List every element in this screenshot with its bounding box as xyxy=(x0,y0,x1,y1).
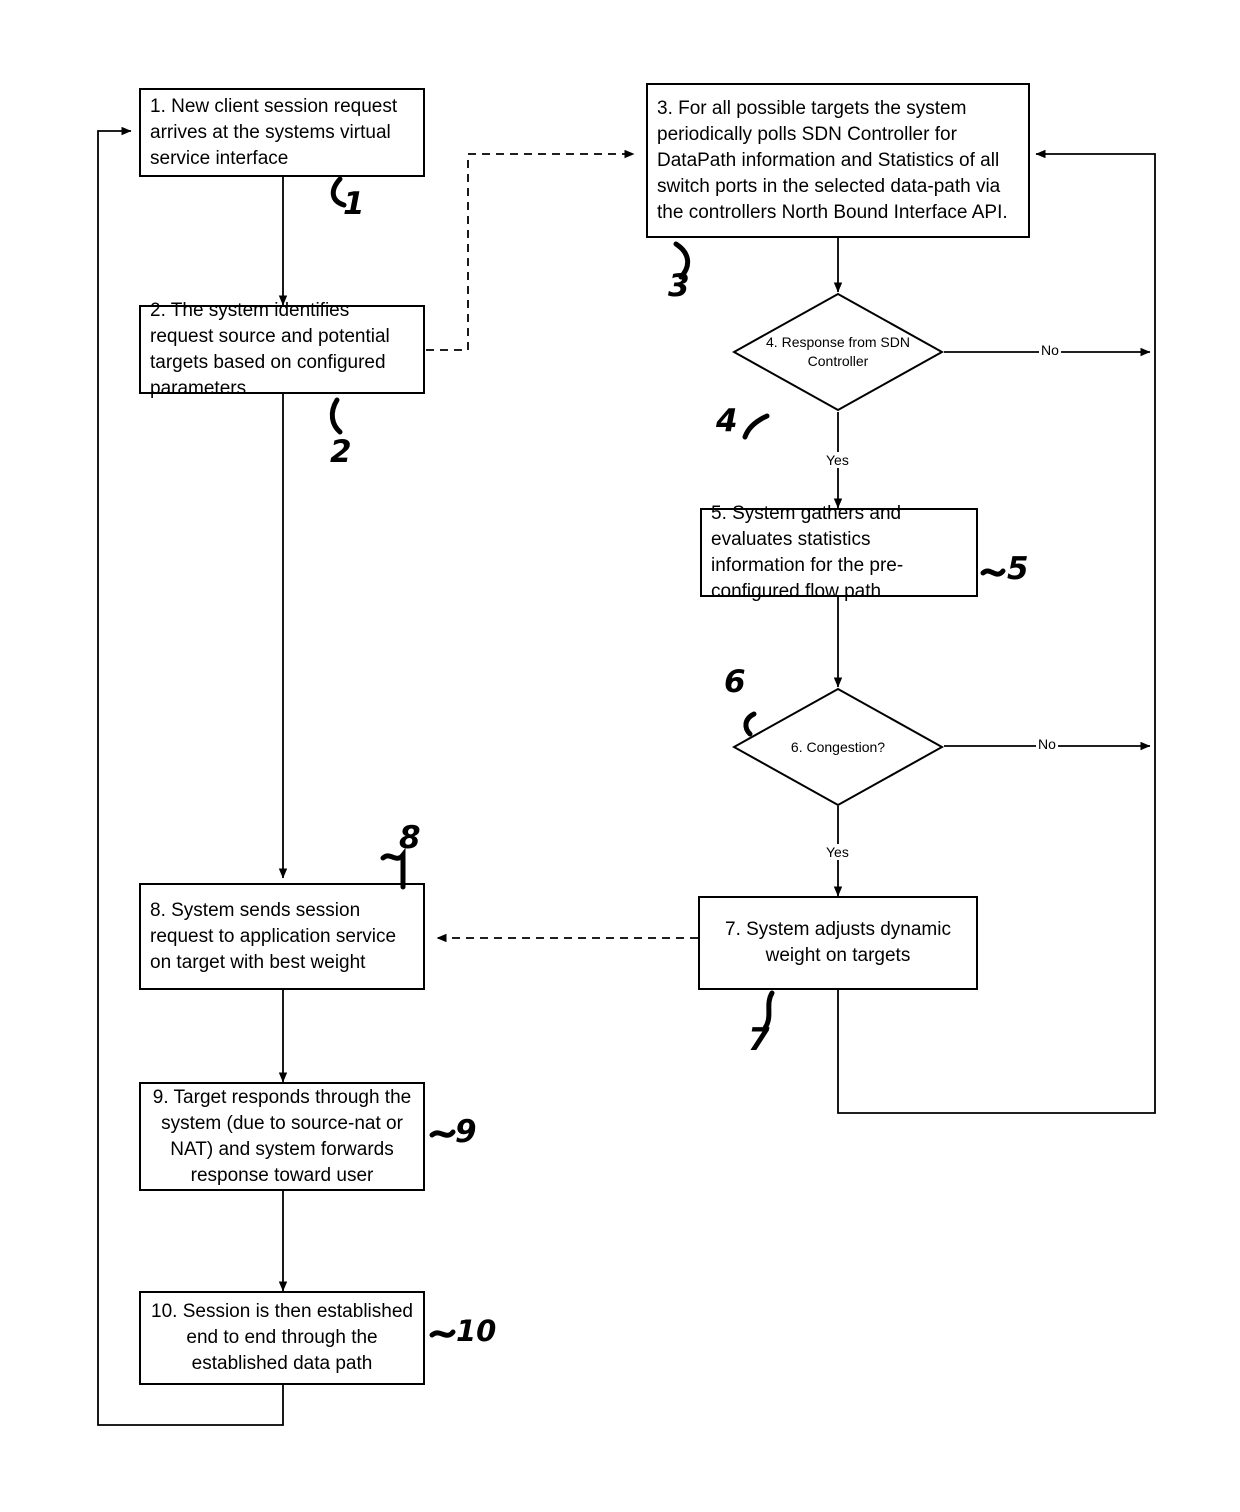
leader-6 xyxy=(743,711,757,737)
annotation-2: 2 xyxy=(330,434,352,470)
annotation-9: 9 xyxy=(455,1114,477,1150)
annotation-3: 3 xyxy=(668,268,690,304)
leader-9 xyxy=(429,1129,456,1138)
annotation-8: 8 xyxy=(399,820,421,856)
annotation-7: 7 xyxy=(748,1022,770,1058)
node-4-label: 4. Response from SDN Controller xyxy=(766,334,910,369)
leader-2 xyxy=(329,397,343,435)
leader-4 xyxy=(742,413,770,440)
annotation-10: 10 xyxy=(456,1314,497,1348)
annotation-6: 6 xyxy=(724,664,746,700)
node-6-label: 6. Congestion? xyxy=(790,738,886,755)
leader-5 xyxy=(980,568,1006,577)
annotation-4: 4 xyxy=(716,403,738,439)
leader-8 xyxy=(380,847,406,890)
handwritten-leader-layer xyxy=(329,176,1006,1338)
annotation-5: 5 xyxy=(1007,551,1029,587)
leader-10 xyxy=(429,1329,456,1338)
flowchart-canvas: 1. New client session request arrives at… xyxy=(0,0,1240,1512)
annotation-1: 1 xyxy=(343,186,365,222)
